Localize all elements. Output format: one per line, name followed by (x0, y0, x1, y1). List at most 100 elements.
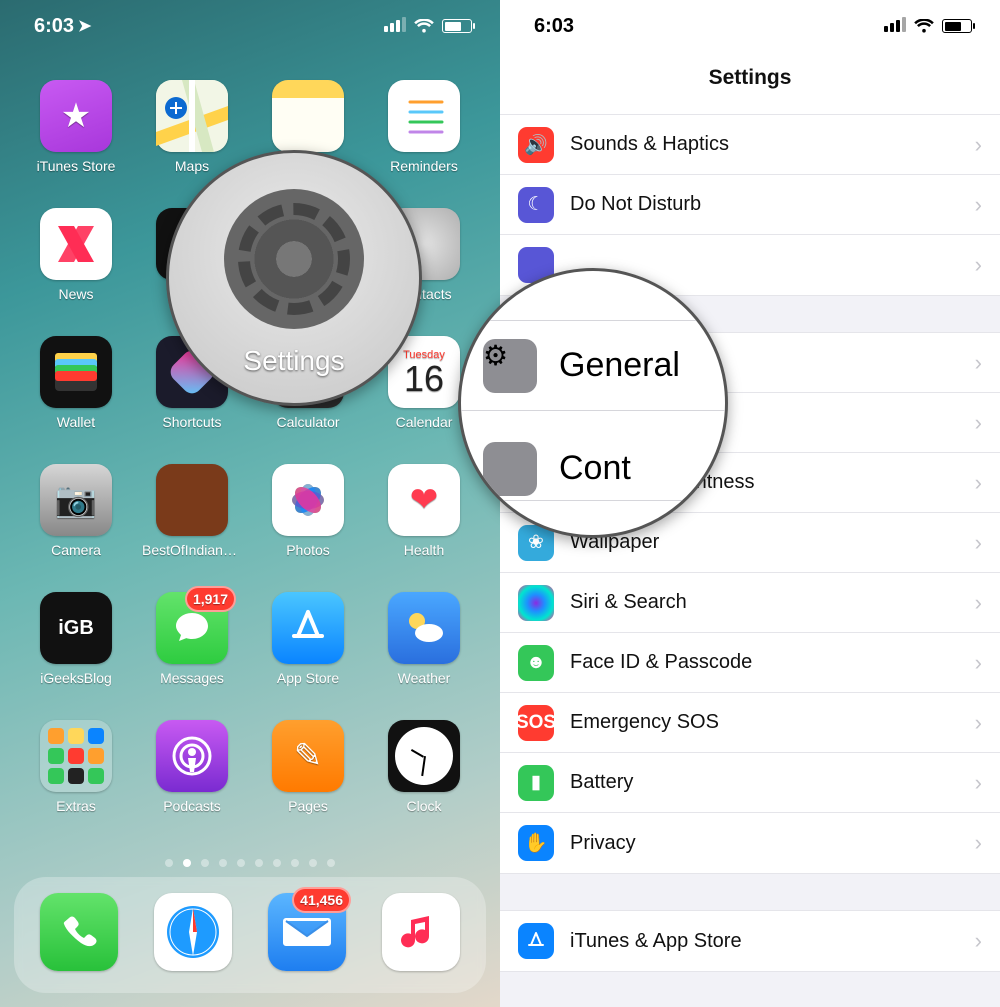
app-label: Health (374, 542, 474, 558)
chevron-right-icon: › (975, 530, 982, 556)
app-label: BestOfIndianO... (142, 542, 242, 558)
camera-icon: 📷 (40, 464, 112, 536)
settings-row-sounds-haptics[interactable]: 🔊 Sounds & Haptics › (500, 115, 1000, 175)
magnified-row-general[interactable]: ⚙ General (461, 321, 725, 411)
chevron-right-icon: › (975, 192, 982, 218)
page-dot[interactable] (183, 859, 191, 867)
page-dot[interactable] (165, 859, 173, 867)
app-label: Camera (26, 542, 126, 558)
news-icon (40, 208, 112, 280)
app-best-of-indian-ocean[interactable]: BestOfIndianO... (142, 464, 242, 558)
weather-icon (388, 592, 460, 664)
dock-app-mail[interactable]: 41,456Mail (257, 893, 357, 977)
app-extras-folder[interactable]: Extras (26, 720, 126, 814)
do-not-disturb-icon: ☾ (518, 187, 554, 223)
app-itunes-store[interactable]: ★iTunes Store (26, 80, 126, 174)
app-label: Extras (26, 798, 126, 814)
app-wallet[interactable]: Wallet (26, 336, 126, 430)
location-arrow-icon: ➤ (78, 16, 91, 36)
settings-row-label: Privacy (570, 832, 636, 855)
dock: PhoneSafari41,456MailMusic (14, 877, 486, 993)
magnifier-general-row: ⚙ General Cont (458, 268, 728, 538)
dock-app-music[interactable]: Music (371, 893, 471, 977)
control-center-icon (483, 442, 537, 496)
general-icon: ⚙ (483, 339, 537, 393)
page-dot[interactable] (309, 859, 317, 867)
battery-icon (442, 19, 472, 33)
chevron-right-icon: › (975, 350, 982, 376)
settings-row-itunes-app-store[interactable]: iTunes & App Store› (500, 911, 1000, 971)
settings-row-face-id-passcode[interactable]: ☻Face ID & Passcode› (500, 633, 1000, 693)
magnified-row-label: General (559, 346, 680, 385)
app-maps[interactable]: Maps (142, 80, 242, 174)
app-label: Shortcuts (142, 414, 242, 430)
sounds-haptics-icon: 🔊 (518, 127, 554, 163)
app-camera[interactable]: 📷 Camera (26, 464, 126, 558)
status-indicators (882, 15, 972, 38)
extras-folder-icon (40, 720, 112, 792)
page-dot[interactable] (237, 859, 245, 867)
wallet-icon (40, 336, 112, 408)
itunes-app-store-icon (518, 923, 554, 959)
chevron-right-icon: › (975, 132, 982, 158)
dock-app-safari[interactable]: Safari (143, 893, 243, 977)
badge: 1,917 (185, 586, 236, 612)
app-clock[interactable]: Clock (374, 720, 474, 814)
safari-icon (154, 893, 232, 971)
app-pages[interactable]: ✎Pages (258, 720, 358, 814)
settings-row-privacy[interactable]: ✋Privacy› (500, 813, 1000, 873)
settings-row-battery[interactable]: ▮Battery› (500, 753, 1000, 813)
settings-row-label: Do Not Disturb (570, 193, 701, 216)
dock-app-phone[interactable]: Phone (29, 893, 129, 977)
app-app-store[interactable]: App Store (258, 592, 358, 686)
magnified-row-label: Cont (559, 449, 631, 488)
app-label: Clock (374, 798, 474, 814)
magnifier-settings-app: Settings (166, 150, 422, 406)
page-dot[interactable] (201, 859, 209, 867)
page-dot[interactable] (273, 859, 281, 867)
best-of-indian-ocean-icon (156, 464, 228, 536)
app-label: App Store (258, 670, 358, 686)
settings-row-siri-search[interactable]: Siri & Search› (500, 573, 1000, 633)
chevron-right-icon: › (975, 410, 982, 436)
settings-list[interactable]: 🔊Sounds & Haptics›☾Do Not Disturb››⚙Gene… (500, 114, 1000, 1007)
pages-icon: ✎ (272, 720, 344, 792)
chevron-right-icon: › (975, 252, 982, 278)
photos-icon (272, 464, 344, 536)
wifi-icon (414, 19, 434, 33)
page-title: Settings (500, 66, 1000, 90)
app-label: Messages (142, 670, 242, 686)
page-dot[interactable] (291, 859, 299, 867)
app-photos[interactable]: Photos (258, 464, 358, 558)
page-dot[interactable] (255, 859, 263, 867)
battery-icon (942, 19, 972, 33)
settings-row-emergency-sos[interactable]: SOSEmergency SOS› (500, 693, 1000, 753)
status-bar-left: 6:03➤ (0, 0, 500, 52)
music-icon (382, 893, 460, 971)
app-label: Weather (374, 670, 474, 686)
app-messages[interactable]: 1,917Messages (142, 592, 242, 686)
page-indicator[interactable] (0, 859, 500, 867)
health-icon: ❤ (388, 464, 460, 536)
app-igeeksblog[interactable]: iGBiGeeksBlog (26, 592, 126, 686)
status-indicators (382, 15, 472, 38)
page-dot[interactable] (327, 859, 335, 867)
settings-row-label: Siri & Search (570, 591, 687, 614)
app-news[interactable]: News (26, 208, 126, 302)
cellular-icon (382, 15, 406, 38)
notes-icon (272, 80, 344, 152)
magnified-row-control-center[interactable]: Cont (461, 411, 725, 501)
settings-row-label: Battery (570, 771, 633, 794)
app-reminders[interactable]: Reminders (374, 80, 474, 174)
magnifier-label: Settings (243, 345, 344, 377)
settings-row-label: Sounds & Haptics (570, 133, 729, 156)
igeeksblog-icon: iGB (40, 592, 112, 664)
settings-row-do-not-disturb[interactable]: ☾ Do Not Disturb › (500, 175, 1000, 235)
itunes-store-icon: ★ (40, 80, 112, 152)
app-weather[interactable]: Weather (374, 592, 474, 686)
app-podcasts[interactable]: Podcasts (142, 720, 242, 814)
app-health[interactable]: ❤ Health (374, 464, 474, 558)
page-dot[interactable] (219, 859, 227, 867)
podcasts-icon (156, 720, 228, 792)
app-label: News (26, 286, 126, 302)
